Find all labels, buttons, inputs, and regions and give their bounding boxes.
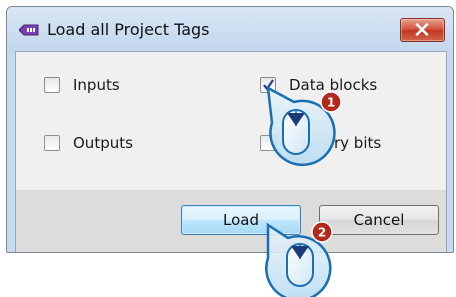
option-memory-bits[interactable]: ry bits [260, 134, 381, 152]
data-blocks-label: Data blocks [289, 76, 378, 94]
option-outputs[interactable]: Outputs [44, 134, 133, 152]
outputs-label: Outputs [73, 134, 133, 152]
memory-bits-checkbox[interactable] [260, 135, 276, 151]
close-icon [415, 23, 429, 36]
outputs-checkbox[interactable] [44, 135, 60, 151]
load-project-tags-dialog: Load all Project Tags Inputs Data blocks… [6, 6, 454, 253]
option-data-blocks[interactable]: Data blocks [260, 76, 377, 94]
options-panel: Inputs Data blocks Outputs ry bits [15, 51, 447, 190]
window-title: Load all Project Tags [47, 20, 210, 39]
button-bar: Load Cancel [15, 190, 447, 252]
load-button[interactable]: Load [181, 205, 301, 235]
option-inputs[interactable]: Inputs [44, 76, 120, 94]
close-button[interactable] [400, 18, 445, 42]
data-blocks-checkbox[interactable] [260, 77, 276, 93]
memory-bits-label: ry bits [334, 134, 382, 152]
cancel-button[interactable]: Cancel [319, 205, 439, 235]
inputs-label: Inputs [73, 76, 120, 94]
inputs-checkbox[interactable] [44, 77, 60, 93]
checkmark-icon [263, 79, 274, 91]
title-bar: Load all Project Tags [7, 7, 453, 51]
tag-icon [19, 24, 39, 36]
